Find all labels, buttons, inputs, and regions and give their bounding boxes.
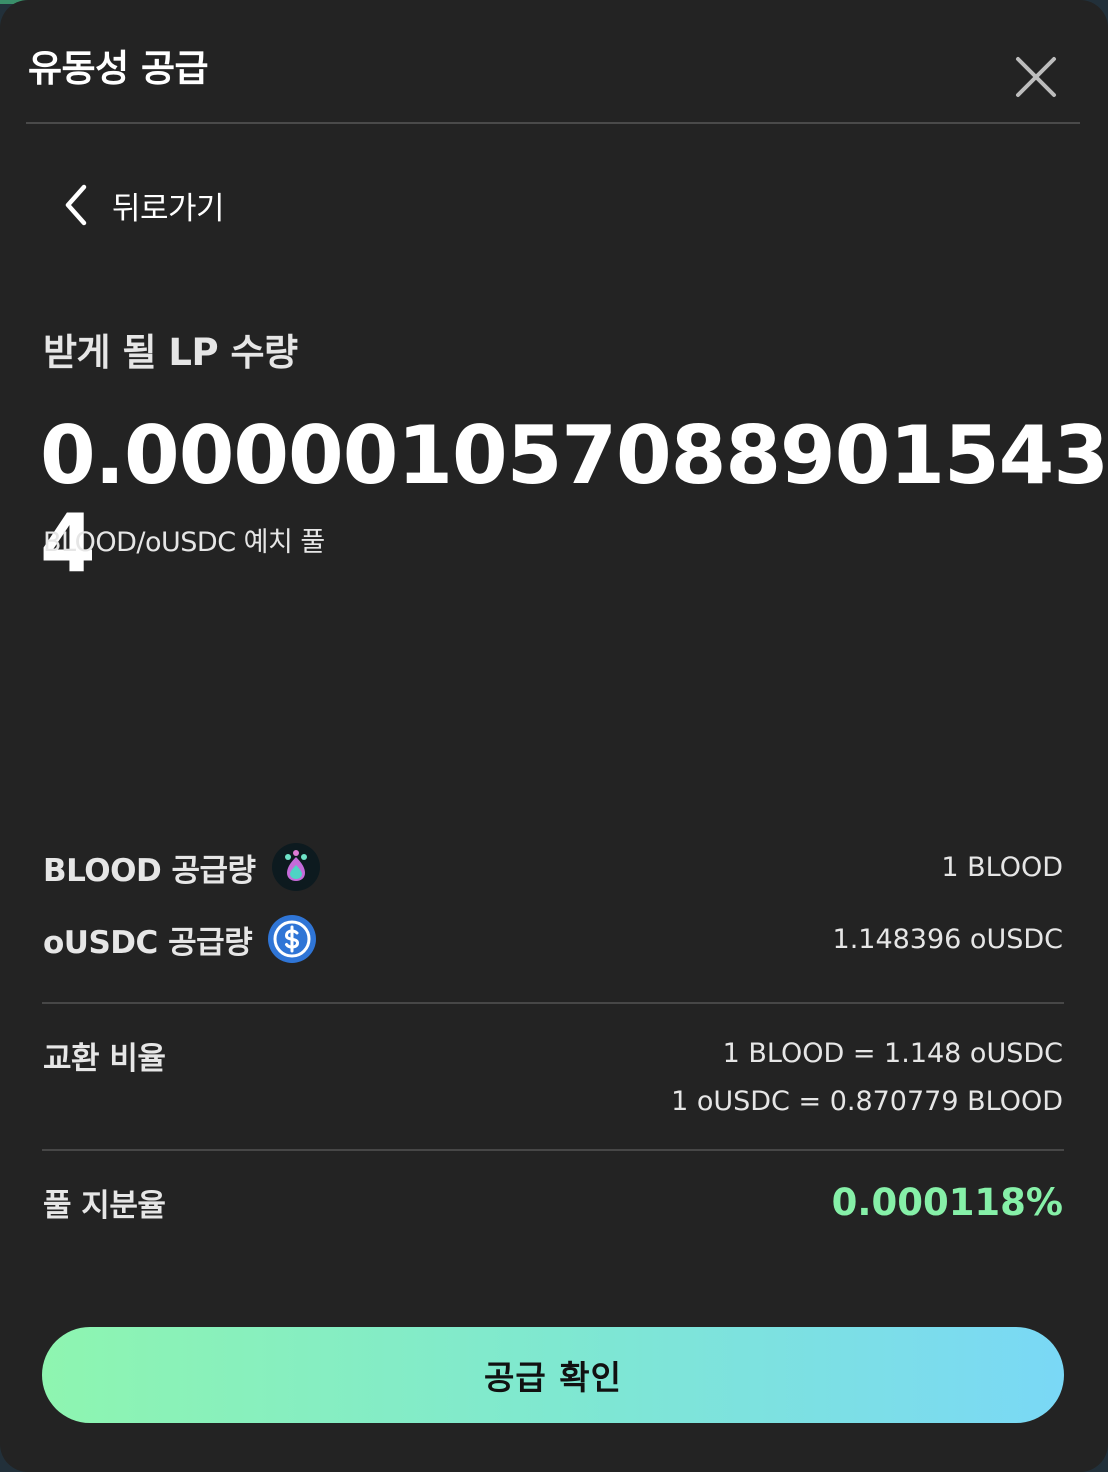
pool-share-label: 풀 지분율	[43, 1188, 166, 1224]
confirm-supply-button[interactable]: 공급 확인	[42, 1327, 1064, 1423]
chevron-left-icon	[65, 184, 87, 226]
lp-amount-label: 받게 될 LP 수량	[43, 331, 298, 374]
supply-liquidity-modal: 유동성 공급 뒤로가기 받게 될 LP 수량 0.000001057088901…	[0, 0, 1108, 1472]
blood-supply-label: BLOOD 공급량	[43, 852, 256, 889]
divider	[42, 1149, 1064, 1151]
exchange-rate-values: 1 BLOOD = 1.148 oUSDC 1 oUSDC = 0.870779…	[671, 1030, 1063, 1126]
modal-title: 유동성 공급	[28, 47, 209, 90]
usdc-token-icon	[268, 915, 317, 963]
close-icon	[1016, 57, 1056, 97]
exchange-rate-line-1: 1 BLOOD = 1.148 oUSDC	[722, 1038, 1063, 1069]
ousdc-supply-value: 1.148396 oUSDC	[832, 923, 1063, 955]
lp-amount-value: 0.0000010570889015437 4	[40, 409, 1108, 590]
modal-header: 유동성 공급	[26, 0, 1080, 124]
exchange-rate-label: 교환 비율	[43, 1041, 166, 1077]
ousdc-supply-row: oUSDC 공급량 1.148396 oUSDC	[43, 915, 1063, 963]
exchange-rate-line-2: 1 oUSDC = 0.870779 BLOOD	[671, 1086, 1063, 1117]
ousdc-supply-label: oUSDC 공급량	[43, 924, 253, 961]
back-button[interactable]: 뒤로가기	[62, 180, 225, 230]
confirm-supply-label: 공급 확인	[484, 1358, 622, 1397]
divider	[42, 1002, 1064, 1004]
pool-share-row: 풀 지분율 0.000118%	[43, 1180, 1063, 1225]
blood-supply-value: 1 BLOOD	[941, 851, 1063, 883]
blood-supply-row: BLOOD 공급량 1 BLOOD	[43, 843, 1063, 891]
pool-share-value: 0.000118%	[831, 1181, 1063, 1224]
close-button[interactable]	[1012, 53, 1060, 101]
back-label: 뒤로가기	[112, 190, 225, 227]
blood-token-icon	[271, 843, 320, 891]
exchange-rate-row: 교환 비율 1 BLOOD = 1.148 oUSDC 1 oUSDC = 0.…	[43, 1030, 1063, 1126]
lp-pool-name: BLOOD/oUSDC 예치 풀	[43, 527, 325, 558]
